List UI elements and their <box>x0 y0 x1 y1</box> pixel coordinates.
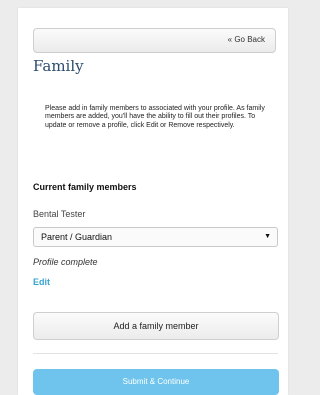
role-select[interactable]: Parent / Guardian ▼ <box>33 227 278 247</box>
add-family-member-button[interactable]: Add a family member <box>33 312 279 340</box>
profile-status: Profile complete <box>33 257 98 267</box>
page-title: Family <box>33 57 84 75</box>
intro-text: Please add in family members to associat… <box>45 105 265 129</box>
back-bar: « Go Back <box>33 28 276 53</box>
go-back-link[interactable]: « Go Back <box>228 35 265 44</box>
family-page: « Go Back Family Please add in family me… <box>18 8 288 395</box>
submit-continue-button[interactable]: Submit & Continue <box>33 369 279 395</box>
current-members-heading: Current family members <box>33 182 137 192</box>
member-name: Bental Tester <box>33 209 86 219</box>
divider <box>33 353 278 354</box>
role-select-value: Parent / Guardian <box>41 232 113 242</box>
caret-down-icon: ▼ <box>264 233 271 240</box>
edit-link[interactable]: Edit <box>33 277 50 287</box>
